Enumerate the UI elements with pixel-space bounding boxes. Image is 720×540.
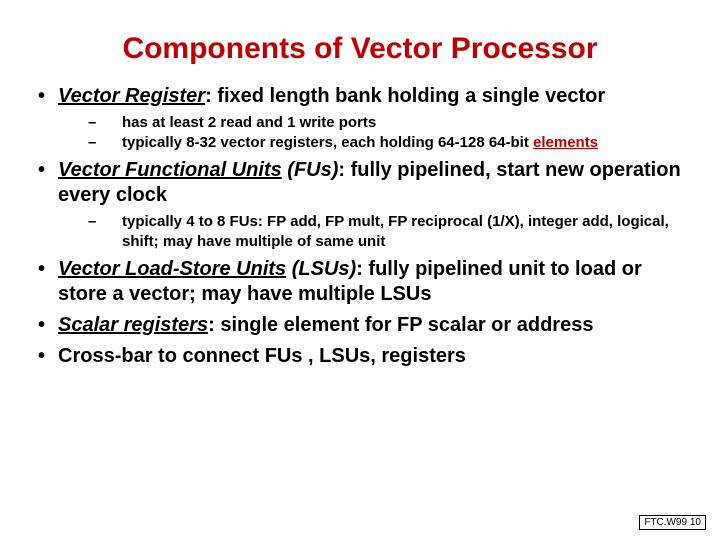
text: : fixed length bank holding a single vec… — [205, 85, 605, 107]
bullet-vector-fus: Vector Functional Units (FUs): fully pip… — [36, 158, 684, 251]
text-elements: elements — [533, 134, 598, 151]
slide-title: Components of Vector Processor — [36, 32, 684, 66]
term-vector-fus: Vector Functional Units — [58, 159, 282, 181]
text: typically 8-32 vector registers, each ho… — [122, 134, 533, 151]
sub-item: typically 4 to 8 FUs: FP add, FP mult, F… — [88, 212, 684, 251]
sub-item: has at least 2 read and 1 write ports — [88, 113, 684, 133]
term-vector-register: Vector Register — [58, 85, 205, 107]
bullet-scalar-registers: Scalar registers: single element for FP … — [36, 313, 684, 338]
bullet-vector-lsus: Vector Load-Store Units (LSUs): fully pi… — [36, 257, 684, 307]
sub-list: has at least 2 read and 1 write ports ty… — [88, 113, 684, 152]
abbr-lsus: (LSUs) — [286, 258, 356, 280]
text: : single element for FP scalar or addres… — [208, 314, 593, 336]
sub-item: typically 8-32 vector registers, each ho… — [88, 133, 684, 153]
bullet-vector-register: Vector Register: fixed length bank holdi… — [36, 84, 684, 152]
term-vector-lsus: Vector Load-Store Units — [58, 258, 286, 280]
sub-list: typically 4 to 8 FUs: FP add, FP mult, F… — [88, 212, 684, 251]
slide: Components of Vector Processor Vector Re… — [0, 0, 720, 395]
bullet-crossbar: Cross-bar to connect FUs , LSUs, registe… — [36, 344, 684, 369]
bullet-list: Vector Register: fixed length bank holdi… — [36, 84, 684, 369]
term-scalar-registers: Scalar registers — [58, 314, 208, 336]
slide-footer: FTC.W99 10 — [639, 515, 706, 530]
abbr-fus: (FUs) — [282, 159, 339, 181]
